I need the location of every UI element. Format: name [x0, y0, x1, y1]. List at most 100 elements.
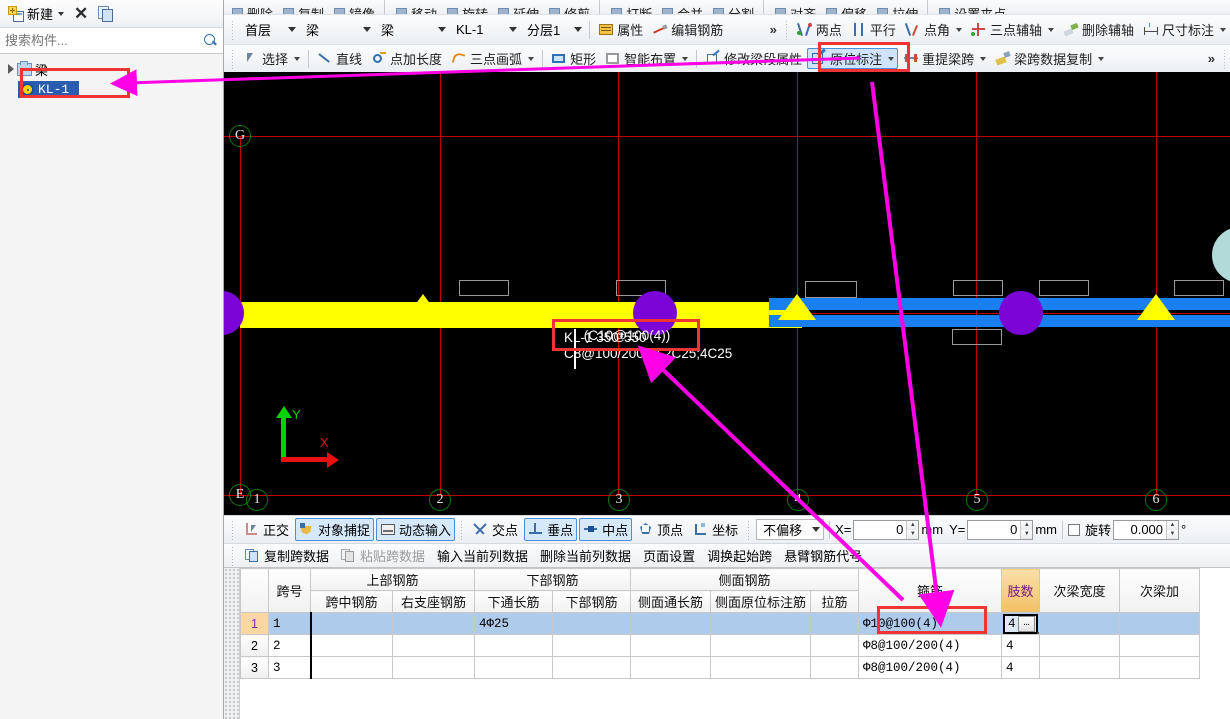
rectangle-button[interactable]: 矩形	[547, 48, 600, 69]
table-row[interactable]: 2 2 Φ8@100/200(4) 4	[240, 634, 1201, 657]
y-coordinate-stepper[interactable]: ▲▼	[967, 519, 1034, 540]
chevron-down-icon[interactable]	[888, 56, 895, 61]
rotate-down-icon[interactable]: ▼	[1167, 529, 1179, 539]
statusbar-gripper[interactable]	[460, 519, 465, 540]
toolbar-gripper[interactable]	[231, 19, 235, 40]
cell-legs[interactable]: 4	[1001, 656, 1041, 679]
span-no-cell[interactable]: 2	[268, 634, 312, 657]
chevron-down-icon[interactable]	[58, 11, 65, 16]
cell-bottom-rebar[interactable]	[552, 634, 631, 657]
combo-floor[interactable]: 首层	[239, 20, 299, 40]
in-situ-annotation-button[interactable]: 原位标注	[807, 48, 899, 69]
toolbar-overflow-button[interactable]: »	[766, 22, 781, 37]
span-no-cell[interactable]: 1	[268, 612, 312, 635]
th-secondary-add[interactable]: 次梁加	[1119, 568, 1201, 613]
y-down-icon[interactable]: ▼	[1021, 529, 1033, 539]
chevron-down-icon[interactable]	[1098, 56, 1105, 61]
axis-bubble-g[interactable]: G	[229, 125, 251, 147]
vertex-toggle[interactable]: 顶点	[634, 518, 687, 541]
expander-icon[interactable]	[8, 64, 14, 74]
rotate-up-icon[interactable]: ▲	[1167, 520, 1179, 530]
tree-node-beam[interactable]: 梁	[0, 60, 223, 78]
copy-component-button[interactable]	[94, 4, 117, 23]
x-coordinate-stepper[interactable]: ▲▼	[853, 519, 920, 540]
axis-bubble-3[interactable]: 3	[608, 489, 630, 511]
rotate-checkbox[interactable]	[1068, 523, 1081, 536]
cell-bottom-through[interactable]	[474, 634, 553, 657]
table-grip[interactable]	[224, 568, 240, 719]
cell-bottom-through[interactable]	[474, 656, 553, 679]
cell-secondary-width[interactable]	[1039, 612, 1121, 635]
cell-secondary-width[interactable]	[1039, 634, 1121, 657]
smart-layout-button[interactable]: 智能布置	[601, 48, 692, 69]
cell-stirrup[interactable]: Φ10@100(4)	[858, 612, 1003, 635]
span-no-cell[interactable]: 3	[268, 656, 312, 679]
chevron-down-icon[interactable]	[509, 27, 517, 32]
axis-bubble-2[interactable]: 2	[429, 489, 451, 511]
toolbar-overflow-button-2[interactable]: »	[1204, 51, 1219, 66]
toolbar-item-8[interactable]: 合并	[658, 4, 705, 14]
statusbar-gripper[interactable]	[747, 519, 752, 540]
axis-bubble-5[interactable]: 5	[966, 489, 988, 511]
axis-bubble-6[interactable]: 6	[1145, 489, 1167, 511]
cell-mid-top[interactable]	[310, 656, 393, 679]
th-side-through[interactable]: 侧面通长筋	[630, 590, 711, 613]
grid-toolbar-gripper[interactable]	[231, 545, 235, 566]
swap-start-span-button[interactable]: 调换起始跨	[702, 544, 777, 567]
delete-axis-button[interactable]: 删除辅轴	[1059, 19, 1138, 40]
th-secondary-width[interactable]: 次梁宽度	[1039, 568, 1121, 613]
cell-stirrup[interactable]: Φ8@100/200(4)	[858, 656, 1003, 679]
cell-legs[interactable]: 4…	[1001, 612, 1041, 635]
cell-side-in-situ[interactable]	[709, 656, 812, 679]
th-legs[interactable]: 肢数	[1001, 568, 1041, 613]
toolbar-item-9[interactable]: 分割	[709, 4, 756, 14]
th-stirrup[interactable]: 箍筋	[858, 568, 1003, 613]
toolbar-gripper[interactable]	[1223, 48, 1227, 69]
cell-right-support[interactable]	[392, 612, 475, 635]
th-mid-top[interactable]: 跨中钢筋	[310, 590, 393, 613]
cell-secondary-add[interactable]	[1119, 612, 1201, 635]
ortho-toggle[interactable]: 正交	[240, 518, 293, 541]
toolbar-item-3[interactable]: 移动	[392, 4, 439, 14]
dimension-button[interactable]: 尺寸标注	[1139, 19, 1230, 40]
th-span-no[interactable]: 跨号	[268, 568, 311, 613]
y-up-icon[interactable]: ▲	[1021, 520, 1033, 530]
beam-selected-span[interactable]	[240, 302, 802, 328]
properties-button[interactable]: 属性	[594, 19, 647, 40]
chevron-down-icon[interactable]	[363, 27, 371, 32]
toolbar-gripper[interactable]	[784, 19, 789, 40]
span-data-copy-button[interactable]: 梁跨数据复制	[991, 48, 1108, 69]
axis-bubble-1[interactable]: 1	[246, 489, 268, 511]
table-row[interactable]: 3 3 Φ8@100/200(4) 4	[240, 656, 1201, 679]
y-coordinate-input[interactable]	[968, 520, 1021, 539]
cell-right-support[interactable]	[392, 634, 475, 657]
select-button[interactable]: 选择	[239, 48, 304, 69]
cell-mid-top[interactable]	[310, 634, 393, 657]
chevron-down-icon[interactable]	[574, 27, 583, 32]
intersection-toggle[interactable]: 交点	[469, 518, 522, 541]
th-top-rebar[interactable]: 上部钢筋	[310, 568, 475, 591]
toolbar-item-5[interactable]: 延伸	[494, 4, 541, 14]
tree-item-kl1[interactable]: KL-1	[18, 81, 80, 98]
toolbar-item-2[interactable]: 镜像	[330, 4, 377, 14]
re-extract-span-button[interactable]: 重提梁跨	[899, 48, 990, 69]
cell-tie[interactable]	[810, 656, 860, 679]
combo-layer[interactable]: 分层1	[521, 20, 585, 40]
chevron-down-icon[interactable]	[438, 27, 446, 32]
perpendicular-toggle[interactable]: 垂点	[524, 518, 578, 541]
chevron-down-icon[interactable]	[682, 56, 689, 61]
edit-rebar-button[interactable]: 编辑钢筋	[648, 19, 727, 40]
cell-mid-top[interactable]	[310, 612, 393, 635]
delete-component-button[interactable]: ✕	[70, 4, 92, 24]
chevron-down-icon[interactable]	[812, 527, 821, 532]
table-row[interactable]: 1 1 4Φ25 Φ10@100(4) 4…	[240, 612, 1201, 635]
chevron-down-icon[interactable]	[1220, 27, 1226, 32]
parallel-button[interactable]: 平行	[847, 19, 900, 40]
chevron-down-icon[interactable]	[1047, 27, 1054, 32]
toolbar-item-6[interactable]: 修剪	[545, 4, 592, 14]
midpoint-toggle[interactable]: 中点	[579, 518, 633, 541]
delete-current-column-button[interactable]: 删除当前列数据	[535, 544, 636, 567]
toolbar-item-11[interactable]: 偏移	[822, 4, 869, 14]
two-point-button[interactable]: 两点	[793, 19, 846, 40]
cell-stirrup[interactable]: Φ8@100/200(4)	[858, 634, 1003, 657]
